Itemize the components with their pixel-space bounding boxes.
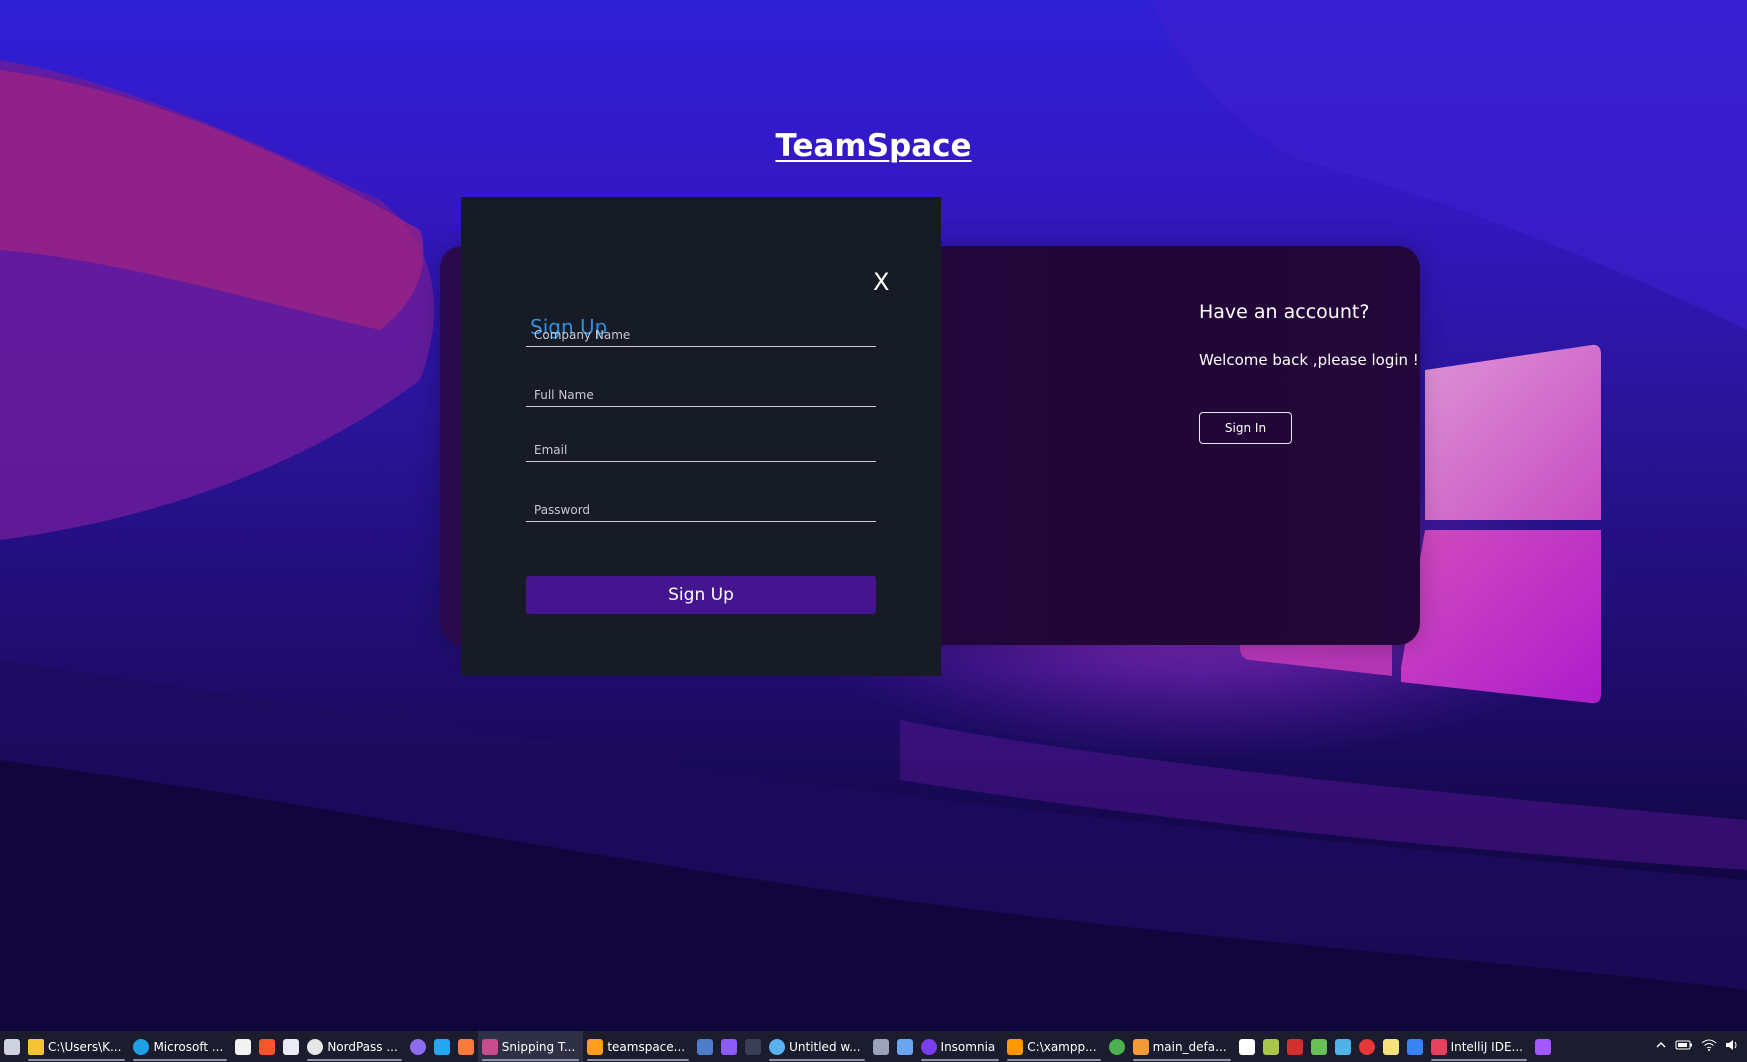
app-icon	[697, 1038, 714, 1055]
taskbar-item[interactable]: Insomnia	[917, 1031, 1004, 1062]
taskbar-item-label: Insomnia	[940, 1039, 996, 1054]
taskbar-item-label: IntelliJ IDE...	[1450, 1039, 1523, 1054]
taskbar-item-label: teamspace...	[607, 1039, 686, 1054]
password-input[interactable]	[526, 498, 876, 521]
app-icon	[1262, 1038, 1279, 1055]
taskbar-item[interactable]	[1531, 1031, 1555, 1062]
app-icon	[457, 1038, 474, 1055]
taskbar-item[interactable]	[1105, 1031, 1129, 1062]
taskbar-item[interactable]: teamspace...	[583, 1031, 693, 1062]
opera-icon	[1358, 1038, 1375, 1055]
full-name-input[interactable]	[526, 383, 876, 406]
app-icon	[721, 1038, 738, 1055]
app-icon	[1238, 1038, 1255, 1055]
wifi-icon[interactable]	[1701, 1039, 1717, 1054]
taskbar-item[interactable]	[1307, 1031, 1331, 1062]
taskbar-item[interactable]: Microsoft ...	[129, 1031, 231, 1062]
taskbar-item[interactable]	[454, 1031, 478, 1062]
taskbar-item[interactable]	[717, 1031, 741, 1062]
taskbar-item-label: NordPass ...	[327, 1039, 398, 1054]
taskbar-apps: C:\Users\K... Microsoft ... NordPass ... Sn…	[0, 1031, 1555, 1062]
taskbar-item[interactable]	[1331, 1031, 1355, 1062]
taskbar-item-label: C:\Users\K...	[48, 1039, 122, 1054]
insomnia-icon	[920, 1038, 937, 1055]
taskbar-item-label: main_defa...	[1152, 1039, 1227, 1054]
intellij-icon	[1430, 1038, 1447, 1055]
app-icon	[1132, 1038, 1149, 1055]
github-icon	[409, 1038, 426, 1055]
chrome-icon	[1108, 1038, 1125, 1055]
photos-icon	[896, 1038, 913, 1055]
taskbar-item[interactable]	[1283, 1031, 1307, 1062]
taskbar-item[interactable]	[430, 1031, 454, 1062]
taskbar-item[interactable]	[1259, 1031, 1283, 1062]
taskbar-item[interactable]	[1235, 1031, 1259, 1062]
taskbar-item[interactable]	[869, 1031, 893, 1062]
system-tray	[1655, 1039, 1747, 1054]
browser-icon	[769, 1038, 786, 1055]
signin-heading: Have an account?	[1199, 301, 1370, 323]
signup-form-panel: X Sign Up Sign Up	[461, 197, 941, 676]
calendar-icon	[1406, 1038, 1423, 1055]
taskbar-item[interactable]	[1379, 1031, 1403, 1062]
company-name-input[interactable]	[526, 323, 876, 346]
taskbar-item[interactable]: Untitled w...	[765, 1031, 868, 1062]
taskbar-item-label: C:\xampp...	[1027, 1039, 1097, 1054]
app-icon	[1310, 1038, 1327, 1055]
taskbar-item[interactable]: main_defa...	[1129, 1031, 1235, 1062]
taskbar-item[interactable]	[231, 1031, 255, 1062]
edge-icon	[133, 1038, 150, 1055]
start-icon	[4, 1038, 20, 1055]
email-input[interactable]	[526, 438, 876, 461]
app-icon	[1534, 1038, 1551, 1055]
document-icon	[283, 1038, 300, 1055]
filezilla-icon	[1286, 1038, 1303, 1055]
taskbar-item[interactable]: Snipping T...	[477, 1031, 584, 1062]
sign-up-submit-button[interactable]: Sign Up	[526, 576, 876, 614]
calendar-icon	[235, 1038, 252, 1055]
taskbar-item[interactable]	[893, 1031, 917, 1062]
email-field	[526, 438, 876, 462]
taskbar-item[interactable]: IntelliJ IDE...	[1427, 1031, 1531, 1062]
taskbar-item[interactable]: NordPass ...	[303, 1031, 405, 1062]
calculator-icon	[872, 1038, 889, 1055]
app-title: TeamSpace	[775, 128, 972, 164]
signin-subtext: Welcome back ,please login !	[1199, 351, 1419, 369]
cloud-icon	[1334, 1038, 1351, 1055]
taskbar-item[interactable]	[406, 1031, 430, 1062]
taskbar-item[interactable]	[255, 1031, 279, 1062]
taskbar-item-label: Snipping T...	[501, 1039, 576, 1054]
taskbar-item[interactable]	[0, 1031, 24, 1062]
taskbar-item[interactable]	[279, 1031, 303, 1062]
company-name-field	[526, 323, 876, 347]
folder-icon	[28, 1038, 44, 1055]
volume-icon[interactable]	[1725, 1039, 1739, 1054]
taskbar-item[interactable]	[1355, 1031, 1379, 1062]
taskbar-item[interactable]	[741, 1031, 765, 1062]
full-name-field	[526, 383, 876, 407]
nordpass-icon	[307, 1038, 324, 1055]
battery-icon[interactable]	[1675, 1039, 1693, 1054]
snipping-tool-icon	[481, 1038, 498, 1055]
taskbar: C:\Users\K... Microsoft ... NordPass ... Sn…	[0, 1031, 1747, 1062]
chevron-up-icon[interactable]	[1655, 1039, 1667, 1054]
terminal-icon	[745, 1038, 762, 1055]
brave-icon	[259, 1038, 276, 1055]
taskbar-item[interactable]	[693, 1031, 717, 1062]
taskbar-item[interactable]: C:\Users\K...	[24, 1031, 129, 1062]
taskbar-item[interactable]	[1403, 1031, 1427, 1062]
close-button[interactable]: X	[873, 270, 889, 294]
sublime-icon	[1007, 1038, 1024, 1055]
sign-in-button[interactable]: Sign In	[1199, 412, 1292, 444]
vscode-icon	[433, 1038, 450, 1055]
taskbar-item[interactable]: C:\xampp...	[1003, 1031, 1104, 1062]
taskbar-item-label: Untitled w...	[789, 1039, 861, 1054]
taskbar-item-label: Microsoft ...	[153, 1039, 224, 1054]
password-field	[526, 498, 876, 522]
notes-icon	[1382, 1038, 1399, 1055]
search-app-icon	[587, 1038, 604, 1055]
